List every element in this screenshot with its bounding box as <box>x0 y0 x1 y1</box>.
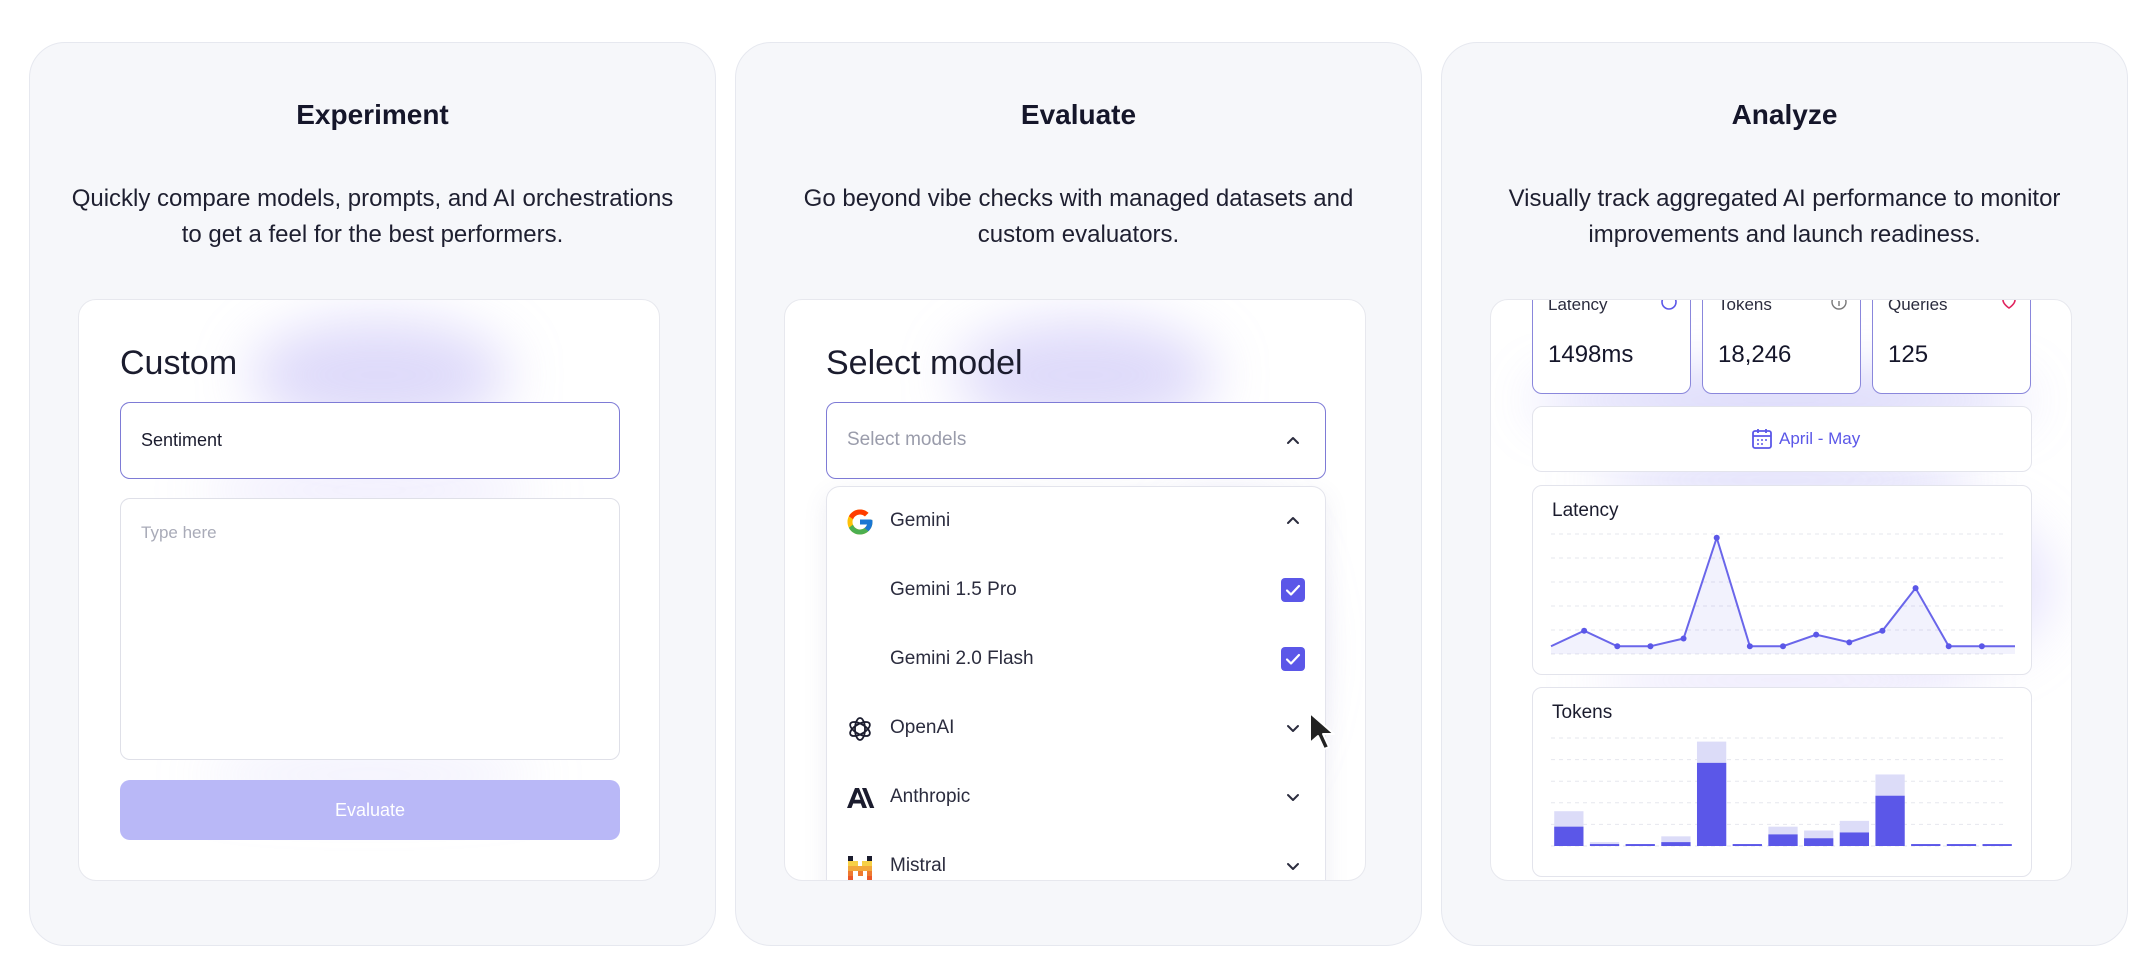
bar-value <box>1982 844 2012 846</box>
model-checkbox[interactable] <box>1281 578 1305 602</box>
bar-value <box>1696 762 1727 846</box>
tokens-chart <box>1551 737 2012 847</box>
stat-value: 18,246 <box>1718 341 1792 368</box>
provider-label: Gemini <box>890 510 951 531</box>
stat-value: 125 <box>1888 341 1929 368</box>
stat-label: Queries <box>1888 299 1948 314</box>
provider-row-openai[interactable]: OpenAI <box>827 694 1325 763</box>
data-point <box>1978 643 1985 650</box>
model-label: Gemini 1.5 Pro <box>890 579 1017 600</box>
data-point <box>1680 635 1687 642</box>
panel-title: Experiment <box>296 99 449 130</box>
panel-title: Evaluate <box>1020 99 1137 130</box>
evaluate-button[interactable]: Evaluate <box>120 780 620 840</box>
custom-card: Custom Sentiment Type here Evaluate <box>78 299 660 881</box>
provider-label: Mistral <box>890 855 946 876</box>
data-point <box>1879 627 1886 634</box>
bar-value <box>1661 842 1691 846</box>
stat-label: Tokens <box>1718 299 1772 314</box>
chevron-down-icon[interactable] <box>1281 785 1305 809</box>
bar-value <box>1554 826 1584 846</box>
select-model-card: Select model Select models Gemini Gemini… <box>784 299 1366 881</box>
model-dropdown: Gemini Gemini 1.5 Pro Gemini 2.0 Flash O… <box>826 486 1326 880</box>
stat-latency: Latency 1498ms <box>1532 299 1691 394</box>
stat-queries: Queries 125 <box>1872 299 2031 394</box>
data-point <box>1912 585 1919 592</box>
data-point <box>1813 631 1820 638</box>
provider-label: Anthropic <box>890 786 971 807</box>
data-point <box>1780 643 1786 650</box>
data-point <box>1614 643 1621 650</box>
bar-value <box>1625 844 1655 846</box>
model-checkbox[interactable] <box>1281 647 1305 671</box>
provider-label: OpenAI <box>890 717 955 738</box>
google-icon <box>847 509 873 535</box>
name-input[interactable]: Sentiment <box>120 402 620 479</box>
bar-value <box>1732 844 1762 846</box>
check-icon <box>1285 584 1301 596</box>
data-point <box>1945 643 1952 650</box>
analyze-panel: Analyze Visually track aggregated AI per… <box>1441 42 2128 946</box>
data-point <box>1846 639 1853 646</box>
card-title: Select model <box>826 344 1023 382</box>
experiment-panel: Experiment Quickly compare models, promp… <box>29 42 716 946</box>
provider-row-gemini[interactable]: Gemini <box>827 487 1325 556</box>
bar-value <box>1839 832 1870 846</box>
chevron-down-icon[interactable] <box>1281 854 1305 878</box>
name-input-value: Sentiment <box>141 430 223 450</box>
card-title: Custom <box>120 344 238 382</box>
provider-row-mistral[interactable]: Mistral <box>827 832 1325 880</box>
model-row-gemini-1-5-pro[interactable]: Gemini 1.5 Pro <box>827 556 1325 625</box>
calendar-icon <box>1752 429 1772 449</box>
model-label: Gemini 2.0 Flash <box>890 648 1034 669</box>
stat-tokens: Tokens 18,246 <box>1702 299 1861 394</box>
tokens-chart-card: Tokens <box>1532 687 2032 877</box>
info-icon <box>1831 300 1847 310</box>
openai-icon <box>849 717 871 741</box>
date-range-label: April - May <box>1779 429 1861 448</box>
bar-value <box>1804 838 1834 846</box>
bar-value <box>1946 844 1977 846</box>
data-point <box>1746 643 1753 650</box>
chevron-down-icon[interactable] <box>1281 716 1305 740</box>
data-point <box>1581 627 1588 634</box>
series-area <box>1551 537 2015 654</box>
analytics-card: Latency 1498ms Tokens 18,246 Queries 125… <box>1490 299 2072 881</box>
select-placeholder: Select models <box>847 429 967 450</box>
stat-label: Latency <box>1548 299 1608 314</box>
stat-value: 1498ms <box>1548 341 1634 368</box>
chevron-up-icon <box>1287 437 1299 444</box>
data-point <box>1647 643 1654 650</box>
mouse-cursor-icon <box>1309 712 1335 750</box>
latency-chart-card: Latency <box>1532 485 2032 675</box>
prompt-textarea[interactable]: Type here <box>120 498 620 760</box>
panel-description: Visually track aggregated AI performance… <box>1508 185 2061 248</box>
model-row-gemini-2-0-flash[interactable]: Gemini 2.0 Flash <box>827 625 1325 694</box>
bar-value <box>1875 795 1905 846</box>
panel-description: Quickly compare models, prompts, and AI … <box>71 185 674 248</box>
provider-row-anthropic[interactable]: Anthropic <box>827 763 1325 832</box>
heart-icon <box>2002 300 2016 309</box>
check-icon <box>1285 653 1301 665</box>
model-select[interactable]: Select models <box>826 402 1326 479</box>
bar-value <box>1589 844 1620 846</box>
mistral-icon <box>848 856 872 880</box>
data-point <box>1713 534 1720 541</box>
evaluate-panel: Evaluate Go beyond vibe checks with mana… <box>735 42 1422 946</box>
chevron-up-icon[interactable] <box>1281 509 1305 533</box>
anthropic-icon <box>847 788 875 808</box>
clock-icon <box>1661 300 1677 310</box>
latency-chart <box>1550 533 2015 655</box>
panel-description: Go beyond vibe checks with managed datas… <box>803 185 1354 248</box>
bar-value <box>1768 834 1798 846</box>
date-range-picker[interactable]: April - May <box>1532 406 2032 472</box>
bar-value <box>1911 844 1941 846</box>
textarea-placeholder: Type here <box>141 523 217 542</box>
panel-title: Analyze <box>1731 99 1838 130</box>
